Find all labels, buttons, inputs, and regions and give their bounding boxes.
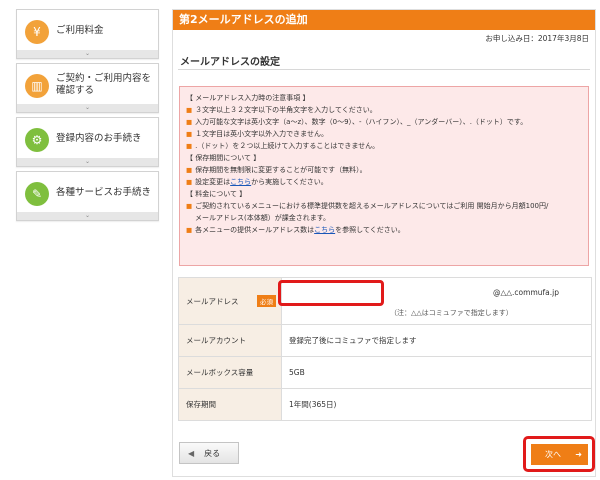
table-row: メールアカウント 登録完了後にコミュファで指定します xyxy=(178,324,592,357)
notice-row: ■ 保存期間を無制限に変更することが可能です（無料）。 xyxy=(186,164,582,176)
yen-icon: ¥ xyxy=(25,20,49,44)
email-label: メールアドレス xyxy=(186,296,239,306)
bullet-icon: ■ xyxy=(186,202,193,210)
notice-row: ■ ３文字以上３２文字以下の半角文字を入力してください。 xyxy=(186,104,582,116)
document-edit-icon: ✎ xyxy=(25,182,49,206)
notice-row: ■ ご契約されているメニューにおける標準提供数を超えるメールアドレスについてはご利… xyxy=(186,200,582,212)
account-value: 登録完了後にコミュファで指定します xyxy=(281,324,592,357)
bullet-icon: ■ xyxy=(186,142,193,150)
notice-text: １文字目は英小文字以外入力できません。 xyxy=(195,130,328,138)
sidebar-item-services[interactable]: ✎ 各種サービスお手続き ⌄ xyxy=(16,171,159,221)
sidebar-item-label: 各種サービスお手続き xyxy=(56,187,152,198)
next-button-label: 次へ xyxy=(545,450,561,459)
bullet-icon: ■ xyxy=(186,226,193,234)
next-button[interactable]: 次へ ➜ xyxy=(531,444,588,465)
bullet-icon: ■ xyxy=(186,178,193,186)
email-form-table: メールアドレス 必須 @△△.commufa.jp （注：△△はコミュファで指定… xyxy=(178,277,592,421)
sidebar-item-contract[interactable]: ▥ ご契約・ご利用内容を確認する ⌄ xyxy=(16,63,159,113)
notice-row: 【 料金について 】 xyxy=(186,188,582,200)
notice-text: ３文字以上３２文字以下の半角文字を入力してください。 xyxy=(195,106,377,114)
next-highlight-frame: 次へ ➜ xyxy=(523,436,595,472)
notice-text: 入力可能な文字は英小文字（a〜z）、数字（0〜9）、-（ハイフン）、_（アンダー… xyxy=(195,118,528,126)
arrow-right-icon: ➜ xyxy=(575,450,582,459)
notice-heading: 【 料金について 】 xyxy=(186,190,247,198)
notice-text: 保存期間を無制限に変更することが可能です（無料）。 xyxy=(195,166,367,174)
notice-row: ■ 設定変更はこちらから実施してください。 xyxy=(186,176,582,188)
notice-heading: 【 保存期間について 】 xyxy=(186,154,261,162)
email-input[interactable] xyxy=(283,284,379,302)
here-link[interactable]: こちら xyxy=(230,178,251,186)
notice-row: 【 保存期間について 】 xyxy=(186,152,582,164)
capacity-label: メールボックス容量 xyxy=(178,356,282,389)
notice-text: から実施してください。 xyxy=(251,178,328,186)
notice-text: ご契約されているメニューにおける標準提供数を超えるメールアドレスについてはご利用… xyxy=(195,202,549,210)
chevron-down-icon: ⌄ xyxy=(17,212,158,220)
section-title: メールアドレスの設定 xyxy=(180,57,280,68)
notice-row: メールアドレス(本体額）が課金されます。 xyxy=(186,212,582,224)
email-domain: @△△.commufa.jp xyxy=(493,288,559,297)
notice-heading: 【 メールアドレス入力時の注意事項 】 xyxy=(186,94,310,102)
sidebar-item-label: 登録内容のお手続き xyxy=(56,133,142,144)
back-button[interactable]: ◀ 戻る xyxy=(179,442,239,464)
application-date: お申し込み日：2017年3月8日 xyxy=(485,34,589,43)
notice-row: ■ 入力可能な文字は英小文字（a〜z）、数字（0〜9）、-（ハイフン）、_（アンダ… xyxy=(186,116,582,128)
chevron-down-icon: ⌄ xyxy=(17,50,158,58)
bullet-icon: ■ xyxy=(186,166,193,174)
notice-row: ■ １文字目は英小文字以外入力できません。 xyxy=(186,128,582,140)
table-row: 保存期間 1年間(365日) xyxy=(178,388,592,421)
notice-box: 【 メールアドレス入力時の注意事項 】 ■ ３文字以上３２文字以下の半角文字を入力し… xyxy=(179,86,589,266)
bullet-icon: ■ xyxy=(186,118,193,126)
back-button-label: 戻る xyxy=(204,448,221,458)
notice-row: 【 メールアドレス入力時の注意事項 】 xyxy=(186,92,582,104)
sidebar-item-label: ご契約・ご利用内容を確認する xyxy=(56,73,152,96)
main-panel: 第2メールアドレスの追加 お申し込み日：2017年3月8日 メールアドレスの設定… xyxy=(172,9,596,477)
section-divider xyxy=(178,69,590,70)
email-note: （注：△△はコミュファで指定します） xyxy=(390,309,513,317)
chevron-down-icon: ⌄ xyxy=(17,104,158,112)
table-row: メールアドレス 必須 @△△.commufa.jp （注：△△はコミュファで指定… xyxy=(178,277,592,325)
email-label-cell: メールアドレス 必須 xyxy=(178,277,282,325)
required-badge: 必須 xyxy=(257,295,276,307)
bullet-icon: ■ xyxy=(186,130,193,138)
notice-row: ■ .（ドット）を２つ以上続けて入力することはできません。 xyxy=(186,140,582,152)
notice-text: メールアドレス(本体額）が課金されます。 xyxy=(195,214,331,222)
page-title: 第2メールアドレスの追加 xyxy=(173,10,595,30)
retention-value: 1年間(365日) xyxy=(281,388,592,421)
notice-text: .（ドット）を２つ以上続けて入力することはできません。 xyxy=(195,142,380,150)
notice-text: 設定変更は xyxy=(195,178,231,186)
gear-icon: ⚙ xyxy=(25,128,49,152)
book-icon: ▥ xyxy=(25,74,49,98)
sidebar-item-label: ご利用料金 xyxy=(56,25,104,36)
arrow-left-icon: ◀ xyxy=(188,448,195,458)
sidebar-item-fees[interactable]: ¥ ご利用料金 ⌄ xyxy=(16,9,159,59)
chevron-down-icon: ⌄ xyxy=(17,158,158,166)
notice-text: 各メニューの提供メールアドレス数は xyxy=(195,226,315,234)
sidebar-item-registration[interactable]: ⚙ 登録内容のお手続き ⌄ xyxy=(16,117,159,167)
notice-text: を参照してください。 xyxy=(335,226,405,234)
bullet-icon: ■ xyxy=(186,106,193,114)
notice-row: ■ 各メニューの提供メールアドレス数はこちらを参照してください。 xyxy=(186,224,582,236)
capacity-value: 5GB xyxy=(281,356,592,389)
here-link[interactable]: こちら xyxy=(314,226,335,234)
retention-label: 保存期間 xyxy=(178,388,282,421)
table-row: メールボックス容量 5GB xyxy=(178,356,592,389)
account-label: メールアカウント xyxy=(178,324,282,357)
